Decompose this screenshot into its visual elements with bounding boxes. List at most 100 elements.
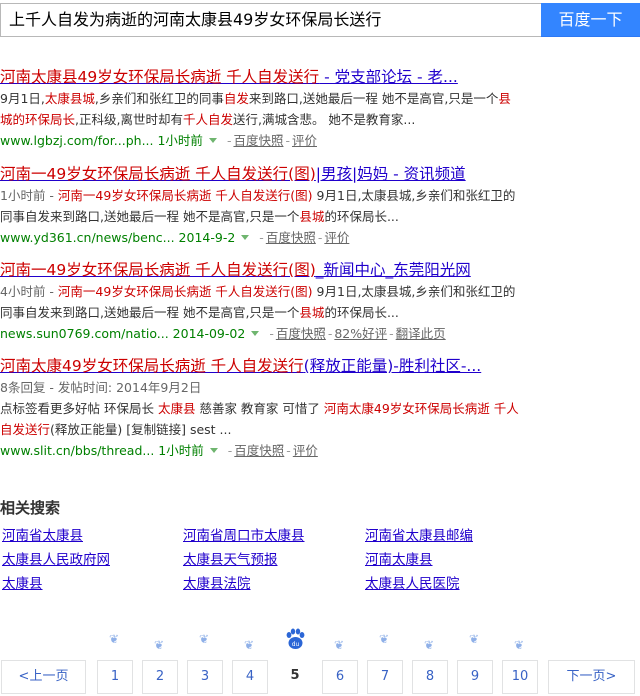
- result-title-text: - 党支部论坛 - 老...: [319, 68, 458, 86]
- result-abstract-text: 慈善家 教育家 可惜了: [195, 401, 324, 416]
- next-page-button[interactable]: 下一页>: [548, 660, 635, 694]
- result-abstract-text: 1小时前 -: [0, 188, 58, 203]
- paw-shape: [290, 628, 296, 635]
- result-abstract-text: 送行,满城含悲。 她不是教育家...: [232, 112, 416, 127]
- related-search-link[interactable]: 河南省太康县邮编: [365, 525, 473, 547]
- result-abstract-text: 9月1日,太康县城,乡亲们和张红卫的: [312, 188, 516, 203]
- chevron-down-icon[interactable]: [251, 331, 260, 336]
- result-meta: www.slit.cn/bbs/thread... 1小时前 - 百度快照 - 评价: [0, 440, 640, 461]
- result-title-text: (释放正能量)-胜利社区-...: [303, 357, 482, 375]
- related-search-link[interactable]: 河南省太康县: [2, 525, 83, 547]
- result-abstract-text: 河南一49岁女环保局长病逝 千人自发送行(图): [57, 284, 313, 299]
- result-time: 2014-9-2: [174, 230, 236, 245]
- result-time: 1小时前: [153, 133, 203, 148]
- result-abstract-text: 太康县: [157, 401, 196, 416]
- related-search-link[interactable]: 太康县天气预报: [183, 549, 278, 571]
- result-meta-link[interactable]: 评价: [293, 443, 318, 458]
- result-meta-link[interactable]: 评价: [324, 230, 349, 245]
- result-abstract-text: 河南太康49岁女环保局长病逝 千人: [323, 401, 519, 416]
- result-abstract-line: 8条回复 - 发帖时间: 2014年9月2日: [0, 377, 540, 398]
- result-abstract-text: 4小时前 -: [0, 284, 58, 299]
- result-title-link[interactable]: 河南一49岁女环保局长病逝 千人自发送行(图)_新闻中心_东莞阳光网: [0, 259, 520, 281]
- search-input[interactable]: 上千人自发为病逝的河南太康县49岁女环保局长送行: [0, 3, 541, 37]
- page-number-button[interactable]: 10: [502, 660, 538, 694]
- paw-icon: ❦: [514, 638, 525, 652]
- result-meta-link[interactable]: 百度快照: [233, 133, 283, 148]
- page-number-button[interactable]: 7: [367, 660, 403, 694]
- result-abstract-text: 点标签看更多好帖 环保局长: [0, 401, 158, 416]
- search-button[interactable]: 百度一下: [541, 3, 640, 37]
- paw-icon: ❦: [244, 638, 255, 652]
- page-number-button[interactable]: 8: [412, 660, 448, 694]
- page-number-button[interactable]: 1: [97, 660, 133, 694]
- result-meta-link[interactable]: 百度快照: [276, 326, 326, 341]
- result-abstract-line: 城的环保局长,正科级,离世时却有千人自发送行,满城含悲。 她不是教育家...: [0, 109, 540, 130]
- chevron-down-icon[interactable]: [209, 448, 218, 453]
- result-meta-link[interactable]: 百度快照: [266, 230, 316, 245]
- result-title-text: 河南一49岁女环保局长病逝 千人自发送行(图): [0, 165, 316, 183]
- result-abstract-text: 城的环保局长: [0, 112, 76, 127]
- result-link-separator: -: [269, 326, 274, 341]
- result-link-separator: -: [286, 443, 291, 458]
- result-abstract-text: 千人自发: [182, 112, 233, 127]
- result-link-separator: -: [285, 133, 290, 148]
- current-page: 5: [277, 660, 313, 694]
- pager-paw-row: ❦ ❦ ❦ ❦ du ❦ ❦ ❦ ❦ ❦: [0, 628, 640, 656]
- result-link-separator: -: [389, 326, 394, 341]
- result-meta-link[interactable]: 百度快照: [234, 443, 284, 458]
- prev-page-button[interactable]: <上一页: [1, 660, 86, 694]
- result-abstract-text: 河南一49岁女环保局长病逝 千人自发送行(图): [57, 188, 313, 203]
- result-link-separator: -: [227, 443, 233, 458]
- result-abstract-text: 自发: [223, 91, 249, 106]
- result-title-text: 河南太康县49岁女环保局长病逝 千人自发送行: [0, 68, 320, 86]
- result-abstract-text: 县: [498, 91, 511, 106]
- result-abstract-text: 同事自发来到路口,送她最后一程 她不是高官,只是一个: [0, 209, 300, 224]
- related-search-link[interactable]: 太康县法院: [183, 573, 251, 595]
- page-number-button[interactable]: 2: [142, 660, 178, 694]
- related-search-link[interactable]: 太康县人民政府网: [2, 549, 110, 571]
- result-link-separator: -: [317, 230, 323, 245]
- result-title-text: _新闻中心_东莞阳光网: [315, 261, 471, 279]
- result-abstract-line: 同事自发来到路口,送她最后一程 她不是高官,只是一个县城的环保局长...: [0, 206, 540, 227]
- page-number-button[interactable]: 3: [187, 660, 223, 694]
- result-abstract-line: 4小时前 - 河南一49岁女环保局长病逝 千人自发送行(图) 9月1日,太康县城…: [0, 281, 540, 302]
- result-meta-link[interactable]: 82%好评: [334, 326, 387, 341]
- search-result: 河南太康县49岁女环保局长病逝 千人自发送行 - 党支部论坛 - 老... 9月1…: [0, 66, 640, 151]
- result-abstract-line: 1小时前 - 河南一49岁女环保局长病逝 千人自发送行(图) 9月1日,太康县城…: [0, 185, 540, 206]
- result-url: www.lgbzj.com/for...ph...: [0, 133, 154, 148]
- result-abstract-text: 的环保局长...: [324, 305, 399, 320]
- result-abstract-text: 县城: [299, 305, 325, 320]
- paw-icon: ❦: [424, 638, 435, 652]
- result-title-text: 河南一49岁女环保局长病逝 千人自发送行(图): [0, 261, 316, 279]
- result-abstract-line: 自发送行(释放正能量) [复制链接] sest ...: [0, 419, 540, 440]
- paw-shape: [295, 628, 301, 635]
- search-bar: 上千人自发为病逝的河南太康县49岁女环保局长送行 百度一下: [0, 0, 640, 40]
- result-url: www.slit.cn/bbs/thread...: [0, 443, 155, 458]
- related-search-link[interactable]: 太康县: [2, 573, 43, 595]
- related-searches-title: 相关搜索: [0, 499, 61, 517]
- page-number-button[interactable]: 9: [457, 660, 493, 694]
- result-title-link[interactable]: 河南一49岁女环保局长病逝 千人自发送行(图)|男孩|妈妈 - 资讯频道: [0, 163, 520, 185]
- chevron-down-icon[interactable]: [208, 138, 217, 143]
- page-number-button[interactable]: 4: [232, 660, 268, 694]
- result-abstract-line: 同事自发来到路口,送她最后一程 她不是高官,只是一个县城的环保局长...: [0, 302, 540, 323]
- result-link-separator: -: [327, 326, 333, 341]
- related-search-link[interactable]: 太康县人民医院: [365, 573, 460, 595]
- result-abstract-text: 8条回复 - 发帖时间: 2014年9月2日: [0, 380, 202, 395]
- related-search-link[interactable]: 河南省周口市太康县: [183, 525, 305, 547]
- result-meta-link[interactable]: 评价: [292, 133, 317, 148]
- result-abstract-text: ,正科级,离世时却有: [75, 112, 183, 127]
- related-search-link[interactable]: 河南太康县: [365, 549, 433, 571]
- paw-icon: ❦: [334, 638, 345, 652]
- result-title-link[interactable]: 河南太康49岁女环保局长病逝 千人自发送行(释放正能量)-胜利社区-...: [0, 355, 520, 377]
- page-number-button[interactable]: 6: [322, 660, 358, 694]
- result-title-link[interactable]: 河南太康县49岁女环保局长病逝 千人自发送行 - 党支部论坛 - 老...: [0, 66, 520, 88]
- paw-icon: ❦: [199, 632, 210, 646]
- search-result: 河南太康49岁女环保局长病逝 千人自发送行(释放正能量)-胜利社区-... 8条回…: [0, 355, 640, 461]
- paw-icon: ❦: [109, 632, 120, 646]
- result-abstract-text: 来到路口,送她最后一程 她不是高官,只是一个: [248, 91, 499, 106]
- result-abstract-text: 9月1日,: [0, 91, 45, 106]
- related-searches: 相关搜索 河南省太康县 河南省周口市太康县 河南省太康县邮编太康县人民政府网 太康县天…: [0, 496, 640, 597]
- result-meta-link[interactable]: 翻译此页: [396, 326, 446, 341]
- chevron-down-icon[interactable]: [241, 235, 250, 240]
